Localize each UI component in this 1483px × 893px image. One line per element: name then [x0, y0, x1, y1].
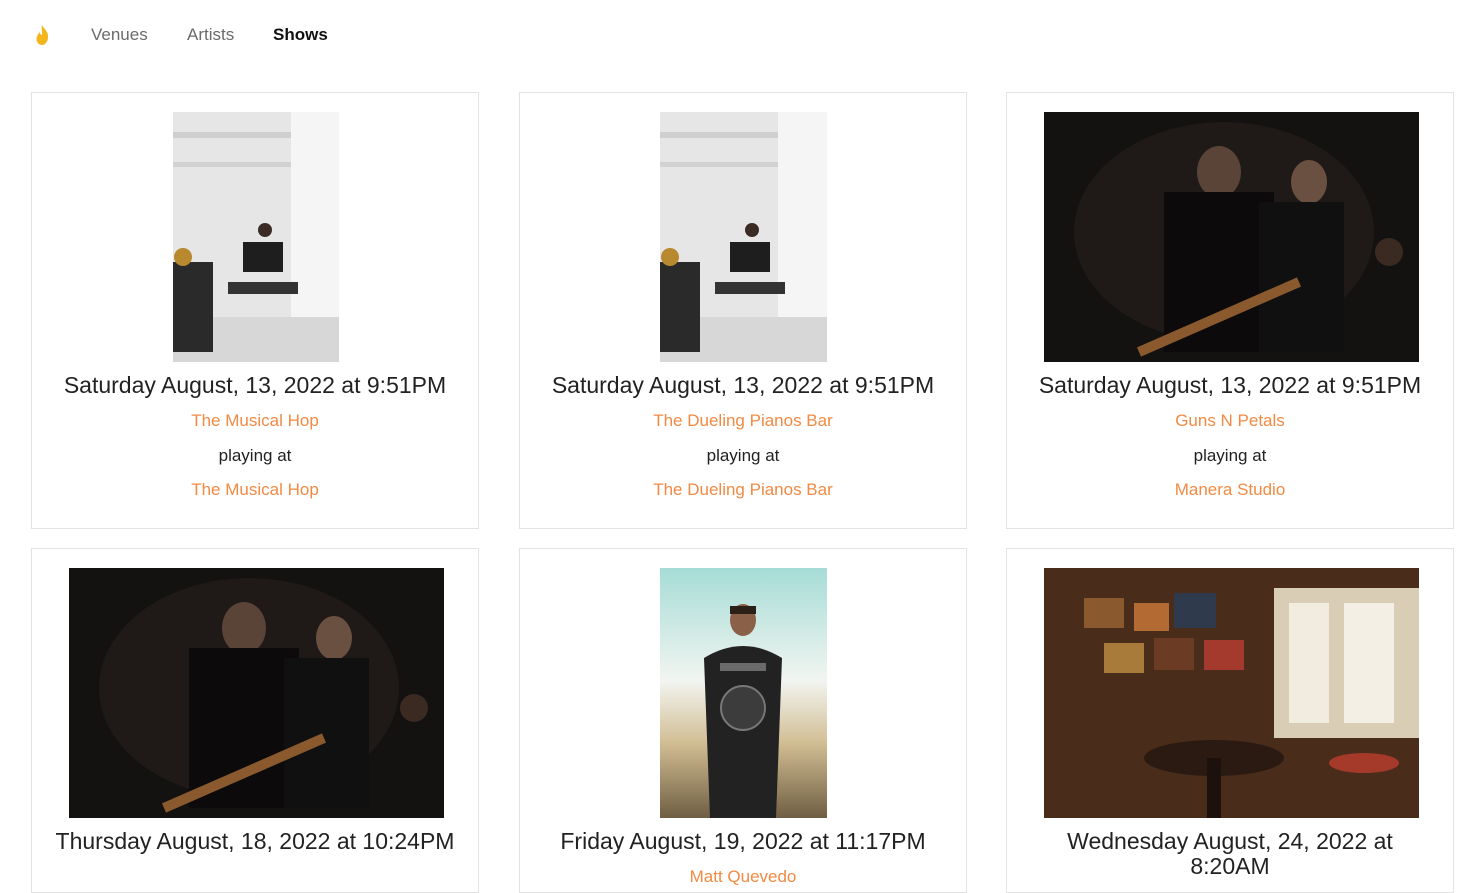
playing-at-text: playing at: [218, 446, 292, 465]
show-card: Saturday August, 13, 2022 at 9:51PM The …: [519, 92, 967, 529]
show-date: Saturday August, 13, 2022 at 9:51PM: [63, 372, 447, 398]
nav-shows[interactable]: Shows: [273, 24, 328, 46]
show-image-pub-interior: [1044, 568, 1419, 818]
show-image-band-guitar: [1044, 112, 1419, 362]
show-date: Friday August, 19, 2022 at 11:17PM: [560, 828, 926, 854]
show-date: Saturday August, 13, 2022 at 9:51PM: [1038, 372, 1422, 398]
show-image-band-guitar: [69, 568, 444, 818]
venue-link[interactable]: Manera Studio: [1007, 479, 1453, 501]
flame-icon[interactable]: [33, 24, 51, 46]
artist-link[interactable]: Matt Quevedo: [520, 866, 966, 888]
show-card: Friday August, 19, 2022 at 11:17PM Matt …: [519, 548, 967, 893]
show-image-man-nirvana-shirt: [660, 568, 827, 818]
show-date: Thursday August, 18, 2022 at 10:24PM: [55, 828, 455, 854]
nav-venues[interactable]: Venues: [91, 24, 148, 46]
nav-artists[interactable]: Artists: [187, 24, 234, 46]
top-navigation: Venues Artists Shows: [0, 0, 1483, 70]
venue-link[interactable]: The Musical Hop: [32, 479, 478, 501]
playing-at-text: playing at: [1193, 446, 1267, 465]
artist-link[interactable]: The Musical Hop: [32, 410, 478, 432]
show-date: Saturday August, 13, 2022 at 9:51PM: [551, 372, 935, 398]
venue-link[interactable]: The Dueling Pianos Bar: [520, 479, 966, 501]
show-image-studio-piano: [660, 112, 827, 362]
show-image-studio-piano: [173, 112, 339, 362]
artist-link[interactable]: Guns N Petals: [1007, 410, 1453, 432]
playing-at-text: playing at: [706, 446, 780, 465]
show-date: Wednesday August, 24, 2022 at 8:20AM: [1067, 828, 1393, 879]
show-card: Thursday August, 18, 2022 at 10:24PM: [31, 548, 479, 893]
artist-link[interactable]: The Dueling Pianos Bar: [520, 410, 966, 432]
show-card: Saturday August, 13, 2022 at 9:51PM The …: [31, 92, 479, 529]
show-card: Wednesday August, 24, 2022 at 8:20AM: [1006, 548, 1454, 893]
show-card: Saturday August, 13, 2022 at 9:51PM Guns…: [1006, 92, 1454, 529]
